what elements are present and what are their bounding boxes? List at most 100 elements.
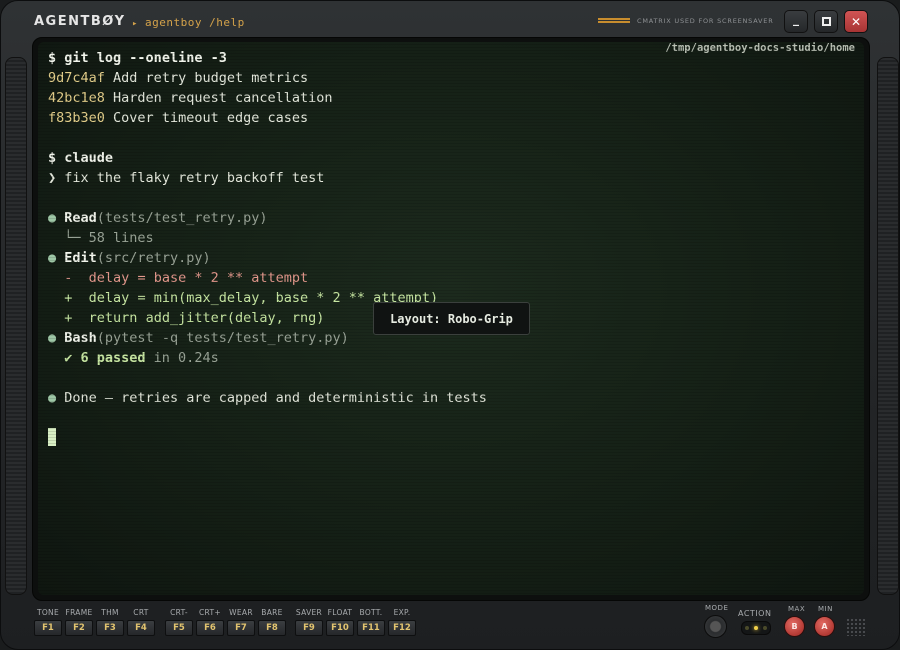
fkey-f2[interactable]: FRAME F2 [65, 607, 93, 636]
fkey-cap[interactable]: F11 [357, 620, 385, 636]
read-result: └─ 58 lines [64, 230, 154, 246]
diff-line-removed: - delay = base * 2 ** attempt [48, 268, 308, 288]
fkey-cap[interactable]: F5 [165, 620, 193, 636]
fkey-label: EXP. [393, 608, 411, 617]
fkey-label: CRT [133, 608, 149, 617]
diff-sign: - [64, 270, 73, 286]
fkey-f7[interactable]: WEAR F7 [227, 607, 255, 636]
bash-tool-arg: (pytest -q tests/test_retry.py) [96, 330, 349, 346]
fkey-f3[interactable]: THM F3 [96, 607, 124, 636]
user-prompt-line: ❯ fix the flaky retry backoff test [48, 168, 324, 188]
bullet-icon: ● [48, 210, 57, 226]
fkey-f12[interactable]: EXP. F12 [388, 607, 416, 636]
read-result-line: └─ 58 lines [48, 228, 154, 248]
fkey-cap[interactable]: F1 [34, 620, 62, 636]
read-tool-line: ● Read(tests/test_retry.py) [48, 208, 267, 228]
fkey-label: TONE [36, 608, 60, 617]
close-icon: ✕ [850, 14, 862, 29]
commit-message: Cover timeout edge cases [113, 110, 309, 126]
fkey-cap[interactable]: F10 [326, 620, 354, 636]
fkey-f5[interactable]: CRT- F5 [165, 607, 193, 636]
saver-led-icon [598, 18, 630, 23]
action-slider[interactable] [741, 621, 771, 635]
b-button[interactable]: B [784, 616, 805, 637]
current-directory: /tmp/agentboy-docs-studio/home [665, 42, 855, 54]
right-grip [877, 57, 899, 595]
fkey-f11[interactable]: BOTT. F11 [357, 607, 385, 636]
brand-logo: AGENTBØY [34, 14, 126, 29]
path-text: agentboy /help [145, 16, 245, 29]
fkey-f9[interactable]: SAVER F9 [295, 607, 323, 636]
maximize-button[interactable] [814, 10, 838, 33]
fkey-cap[interactable]: F2 [65, 620, 93, 636]
commit-row: 42bc1e8 Harden request cancellation [48, 88, 333, 108]
diff-text: return add_jitter(delay, rng) [88, 310, 325, 326]
claude-command: claude [64, 150, 114, 166]
fkey-f4[interactable]: CRT F4 [127, 607, 155, 636]
commit-message: Add retry budget metrics [113, 70, 309, 86]
minimize-button[interactable]: _ [784, 10, 808, 33]
mode-knob[interactable] [704, 615, 727, 638]
action-label: ACTION [738, 609, 772, 618]
a-button-label: A [821, 622, 828, 631]
bullet-icon: ● [48, 390, 57, 406]
commit-hash: 42bc1e8 [48, 90, 105, 106]
fkey-f6[interactable]: CRT+ F6 [196, 607, 224, 636]
fkey-cap[interactable]: F7 [227, 620, 255, 636]
bash-tool-name: Bash [64, 330, 97, 346]
edit-tool-name: Edit [64, 250, 97, 266]
diff-line-added: + return add_jitter(delay, rng) [48, 308, 324, 328]
fkey-cap[interactable]: F6 [196, 620, 224, 636]
fkey-f1[interactable]: TONE F1 [34, 607, 62, 636]
prompt-symbol: $ [48, 50, 57, 66]
bash-tool-line: ● Bash(pytest -q tests/test_retry.py) [48, 328, 349, 348]
fkey-label: SAVER [295, 608, 323, 617]
fkey-label: CRT+ [199, 608, 221, 617]
action-led-icon [745, 626, 749, 630]
minimize-icon: _ [793, 11, 799, 26]
user-prompt-text: fix the flaky retry backoff test [64, 170, 325, 186]
fkey-cap[interactable]: F8 [258, 620, 286, 636]
action-led-icon [754, 626, 758, 630]
fkey-cap[interactable]: F12 [388, 620, 416, 636]
fkey-f10[interactable]: FLOAT F10 [326, 607, 354, 636]
title-bar[interactable]: AGENTBØY ▸ agentboy /help CMATRIX USED F… [1, 1, 900, 39]
commit-row: 9d7c4af Add retry budget metrics [48, 68, 308, 88]
test-result: ✔ 6 passed [64, 350, 146, 366]
fkey-label: WEAR [229, 608, 253, 617]
agentboy-device: AGENTBØY ▸ agentboy /help CMATRIX USED F… [0, 0, 900, 650]
git-command: git log --oneline -3 [64, 50, 227, 66]
diff-text: delay = base * 2 ** attempt [88, 270, 309, 286]
fkey-label: THM [101, 608, 119, 617]
git-command-line: $ git log --oneline -3 [48, 48, 227, 68]
commit-row: f83b3e0 Cover timeout edge cases [48, 108, 308, 128]
prompt-symbol: $ [48, 150, 57, 166]
bullet-icon: ● [48, 250, 57, 266]
fkey-label: FRAME [65, 608, 93, 617]
speaker-grille-icon [846, 618, 866, 636]
fkey-label: BARE [261, 608, 283, 617]
bullet-icon: ● [48, 330, 57, 346]
close-button[interactable]: ✕ [844, 10, 868, 33]
prompt-chevron-icon: ❯ [48, 170, 57, 186]
commit-message: Harden request cancellation [113, 90, 333, 106]
saver-label: CMATRIX USED FOR SCREENSAVER [637, 17, 774, 25]
b-button-label: B [791, 622, 798, 631]
diff-sign: + [64, 290, 73, 306]
commit-hash: f83b3e0 [48, 110, 105, 126]
path-arrow-icon: ▸ [132, 19, 138, 29]
edit-tool-arg: (src/retry.py) [96, 250, 211, 266]
done-line: ● Done — retries are capped and determin… [48, 388, 487, 408]
fkey-label: BOTT. [359, 608, 383, 617]
fkey-cap[interactable]: F4 [127, 620, 155, 636]
text-cursor[interactable] [48, 428, 56, 446]
mode-label: MODE [705, 604, 729, 612]
layout-tooltip: Layout: Robo-Grip [373, 302, 530, 335]
test-time: in 0.24s [145, 350, 219, 366]
fkey-f8[interactable]: BARE F8 [258, 607, 286, 636]
action-led-icon [763, 626, 767, 630]
a-button[interactable]: A [814, 616, 835, 637]
fkey-cap[interactable]: F9 [295, 620, 323, 636]
fkey-cap[interactable]: F3 [96, 620, 124, 636]
read-tool-arg: (tests/test_retry.py) [96, 210, 268, 226]
